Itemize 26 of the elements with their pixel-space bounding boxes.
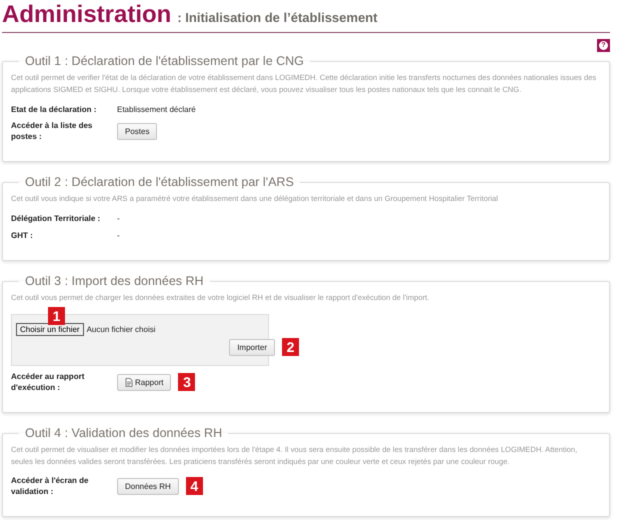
choose-file-button[interactable]: Choisir un fichier [16, 323, 84, 336]
field-label: Délégation Territoriale : [11, 212, 102, 224]
field-label: Accéder au rapport d'exécution : [11, 371, 86, 393]
file-status: Aucun fichier choisi [86, 325, 156, 334]
import-button[interactable]: Importer [229, 338, 275, 356]
step-number: 4 [186, 477, 203, 495]
panel-title: Outil 1 : Déclaration de l'établissement par le CNG [24, 54, 305, 68]
step-number: 2 [282, 338, 299, 356]
step-number: 3 [178, 373, 196, 391]
field-label: Accéder à la liste des postes : [11, 120, 94, 142]
page-subtitle: : Initialisation de l’établissement [177, 10, 378, 25]
panel-title: Outil 2 : Déclaration de l'établissement par l'ARS [24, 175, 295, 189]
panel-title: Outil 3 : Import des données RH [24, 274, 205, 288]
field-label: Accéder à l'écran de validation : [11, 475, 90, 497]
step-number: 1 [48, 307, 65, 325]
page-title: Administration [2, 0, 172, 30]
panel-title: Outil 4 : Validation des données RH [24, 426, 224, 440]
document-icon [125, 378, 133, 386]
action-button[interactable]: Rapport [117, 374, 172, 390]
action-button[interactable]: Postes [117, 122, 158, 140]
field-value: - [117, 214, 120, 222]
action-button[interactable]: Données RH [117, 478, 179, 494]
field-value: Etablissement déclaré [117, 104, 196, 114]
field-value: - [117, 230, 120, 240]
field-label: Etat de la déclaration : [11, 104, 98, 114]
field-label: GHT : [11, 230, 34, 240]
